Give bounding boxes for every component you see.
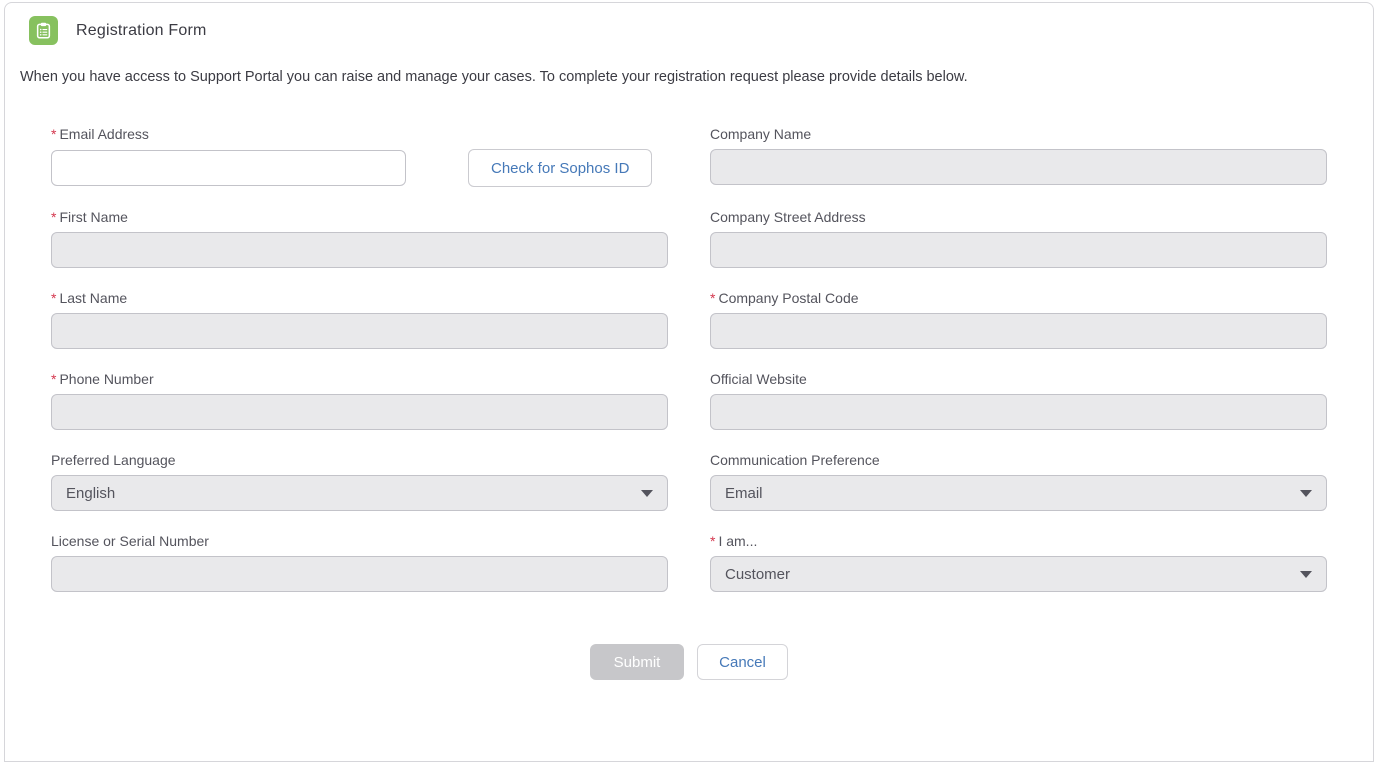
communication-field-group: Communication Preference Email bbox=[710, 452, 1327, 511]
required-asterisk: * bbox=[51, 209, 56, 225]
language-field-group: Preferred Language English bbox=[51, 452, 668, 511]
phone-field-group: * Phone Number bbox=[51, 371, 668, 430]
website-label: Official Website bbox=[710, 371, 1327, 386]
clipboard-icon bbox=[29, 16, 58, 45]
company-street-input bbox=[710, 232, 1327, 268]
phone-label: * Phone Number bbox=[51, 371, 668, 386]
language-selected-value: English bbox=[66, 485, 115, 502]
company-street-field-group: Company Street Address bbox=[710, 209, 1327, 268]
field-label: Email Address bbox=[59, 126, 148, 142]
chevron-down-icon bbox=[641, 490, 653, 497]
field-label: Preferred Language bbox=[51, 452, 176, 468]
field-label: Phone Number bbox=[59, 371, 153, 387]
company-name-field-group: Company Name bbox=[710, 126, 1327, 187]
cancel-button[interactable]: Cancel bbox=[697, 644, 788, 680]
company-name-input bbox=[710, 149, 1327, 185]
license-field-group: License or Serial Number bbox=[51, 533, 668, 592]
required-asterisk: * bbox=[710, 290, 715, 306]
license-input bbox=[51, 556, 668, 592]
website-field-group: Official Website bbox=[710, 371, 1327, 430]
website-input bbox=[710, 394, 1327, 430]
first-name-field-group: * First Name bbox=[51, 209, 668, 268]
email-field-group: * Email Address Check for Sophos ID bbox=[51, 126, 668, 187]
company-postal-label: * Company Postal Code bbox=[710, 290, 1327, 305]
chevron-down-icon bbox=[1300, 490, 1312, 497]
check-sophos-id-button[interactable]: Check for Sophos ID bbox=[468, 149, 652, 187]
i-am-selected-value: Customer bbox=[725, 566, 790, 583]
field-label: I am... bbox=[718, 533, 757, 549]
i-am-label: * I am... bbox=[710, 533, 1327, 548]
email-input[interactable] bbox=[51, 150, 406, 186]
field-label: Official Website bbox=[710, 371, 807, 387]
required-asterisk: * bbox=[710, 533, 715, 549]
form-actions: Submit Cancel bbox=[5, 644, 1373, 680]
field-label: First Name bbox=[59, 209, 127, 225]
i-am-select[interactable]: Customer bbox=[710, 556, 1327, 592]
last-name-label: * Last Name bbox=[51, 290, 668, 305]
intro-text: When you have access to Support Portal y… bbox=[5, 69, 1373, 85]
communication-select[interactable]: Email bbox=[710, 475, 1327, 511]
license-label: License or Serial Number bbox=[51, 533, 668, 548]
field-label: Communication Preference bbox=[710, 452, 880, 468]
last-name-field-group: * Last Name bbox=[51, 290, 668, 349]
communication-selected-value: Email bbox=[725, 485, 763, 502]
company-street-label: Company Street Address bbox=[710, 209, 1327, 224]
first-name-label: * First Name bbox=[51, 209, 668, 224]
field-label: Last Name bbox=[59, 290, 127, 306]
company-name-label: Company Name bbox=[710, 126, 1327, 141]
communication-label: Communication Preference bbox=[710, 452, 1327, 467]
submit-button[interactable]: Submit bbox=[590, 644, 684, 680]
first-name-input bbox=[51, 232, 668, 268]
card-header: Registration Form bbox=[5, 3, 1373, 45]
registration-form: * Email Address Check for Sophos ID Comp… bbox=[5, 126, 1373, 614]
company-postal-input bbox=[710, 313, 1327, 349]
required-asterisk: * bbox=[51, 290, 56, 306]
email-label: * Email Address bbox=[51, 126, 668, 141]
last-name-input bbox=[51, 313, 668, 349]
field-label: License or Serial Number bbox=[51, 533, 209, 549]
i-am-field-group: * I am... Customer bbox=[710, 533, 1327, 592]
page-title: Registration Form bbox=[76, 22, 207, 40]
field-label: Company Street Address bbox=[710, 209, 866, 225]
required-asterisk: * bbox=[51, 126, 56, 142]
language-select[interactable]: English bbox=[51, 475, 668, 511]
field-label: Company Name bbox=[710, 126, 811, 142]
language-label: Preferred Language bbox=[51, 452, 668, 467]
company-postal-field-group: * Company Postal Code bbox=[710, 290, 1327, 349]
phone-input bbox=[51, 394, 668, 430]
registration-card: Registration Form When you have access t… bbox=[4, 2, 1374, 762]
chevron-down-icon bbox=[1300, 571, 1312, 578]
field-label: Company Postal Code bbox=[718, 290, 858, 306]
required-asterisk: * bbox=[51, 371, 56, 387]
